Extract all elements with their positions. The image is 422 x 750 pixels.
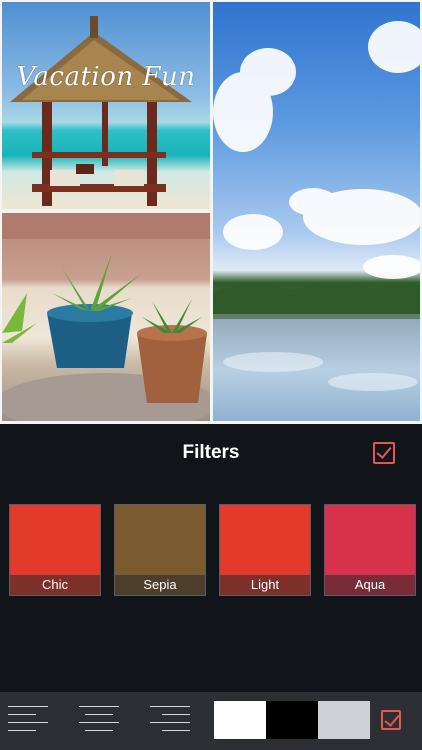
filter-chic[interactable]: Chic — [9, 504, 101, 596]
filter-label: Chic — [10, 575, 100, 595]
filter-aqua[interactable]: Aqua — [324, 504, 416, 596]
lake-clouds-illustration — [213, 21, 420, 391]
confirm-toolbar-button[interactable] — [381, 710, 401, 730]
filters-title: Filters — [182, 442, 240, 463]
filter-label: Aqua — [325, 575, 415, 595]
collage-photo-beach-hut[interactable]: Vacation Fun — [2, 2, 210, 209]
collage-photo-lake[interactable] — [213, 2, 420, 421]
color-swatch-gray[interactable] — [318, 701, 370, 739]
potted-plants-illustration — [2, 213, 210, 421]
collage-caption: Vacation Fun — [16, 62, 196, 92]
color-swatch-white[interactable] — [214, 701, 266, 739]
align-center-button[interactable] — [79, 704, 121, 738]
confirm-filter-button[interactable] — [373, 442, 395, 464]
align-left-button[interactable] — [8, 704, 50, 738]
beach-hut-illustration — [10, 16, 192, 206]
filter-sepia[interactable]: Sepia — [114, 504, 206, 596]
filter-list: Chic Sepia Light Aqua — [0, 504, 422, 596]
filter-label: Sepia — [115, 575, 205, 595]
filter-light[interactable]: Light — [219, 504, 311, 596]
color-swatch-black[interactable] — [266, 701, 318, 739]
align-right-button[interactable] — [150, 704, 192, 738]
filters-panel: Filters Chic Sepia Light Aqua — [0, 424, 422, 692]
filter-label: Light — [220, 575, 310, 595]
collage-photo-potted-plants[interactable] — [2, 213, 210, 421]
photo-collage: Vacation Fun — [0, 0, 422, 424]
bottom-toolbar — [0, 692, 422, 750]
